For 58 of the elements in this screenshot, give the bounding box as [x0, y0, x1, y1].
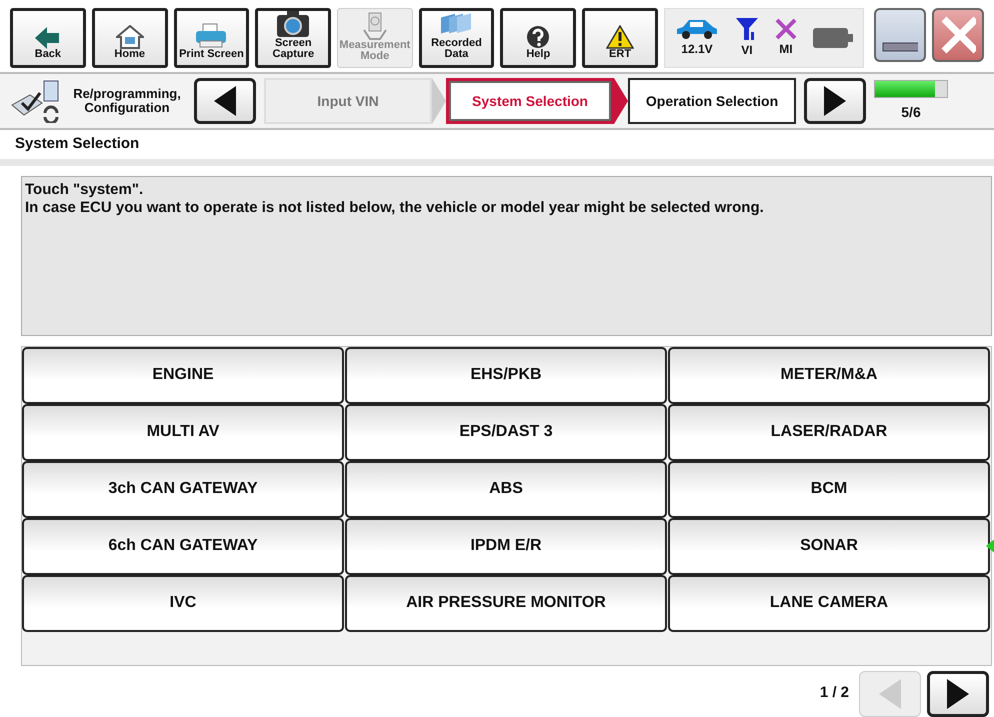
system-button[interactable]: EHS/PKB [345, 346, 667, 404]
toolbar-button[interactable]: Back [10, 8, 86, 68]
minimize-icon [882, 42, 918, 52]
message-text: Touch "system". [25, 180, 144, 200]
house-icon [116, 25, 144, 50]
progress-reading: 5/6 [901, 102, 921, 122]
system-button[interactable]: IVC [22, 574, 344, 632]
system-button[interactable]: IPDM E/R [345, 518, 667, 574]
warning-icon [606, 25, 634, 50]
system-button[interactable]: LASER/RADAR [668, 404, 990, 460]
toolbar-button[interactable]: Home [92, 8, 168, 68]
left-arrow-icon [214, 86, 236, 116]
system-button[interactable]: 6ch CAN GATEWAY [22, 518, 344, 574]
system-button[interactable]: MULTI AV [22, 404, 344, 460]
mode-label: Re/programming, Configuration [72, 86, 182, 116]
close-button[interactable] [932, 8, 984, 62]
right-arrow-icon [824, 86, 846, 116]
help-icon [526, 25, 550, 50]
previous-step-button[interactable] [194, 78, 256, 124]
left-arrow-icon [879, 678, 901, 708]
message-text: In case ECU you want to operate is not listed below, the vehicle or model year might be selected wrong. [25, 199, 765, 218]
toolbar-button[interactable]: Help [500, 8, 576, 68]
next-step-button[interactable] [804, 78, 866, 124]
toolbar-button[interactable]: Screen Capture [255, 8, 332, 68]
antenna-icon [734, 17, 759, 41]
minimize-button[interactable] [874, 8, 926, 62]
step-tab[interactable]: Input VIN [264, 78, 432, 124]
next-page-button[interactable] [927, 670, 989, 716]
section-title: System Selection [0, 130, 994, 166]
system-button[interactable]: METER/M&A [668, 346, 990, 404]
step-arrow-icon [614, 78, 628, 124]
battery-icon [812, 28, 853, 48]
toolbar-button[interactable]: Recorded Data [418, 8, 494, 68]
system-button[interactable]: ENGINE [22, 346, 344, 404]
page-indicator: 1 / 2 [820, 683, 849, 704]
reprogramming-icon [10, 79, 60, 123]
system-button[interactable]: EPS/DAST 3 [345, 404, 667, 460]
meter-icon [362, 12, 388, 40]
camera-icon [276, 10, 310, 38]
printer-icon [194, 23, 228, 50]
system-button[interactable]: 3ch CAN GATEWAY [22, 460, 344, 518]
step-tab[interactable]: System Selection [446, 78, 614, 124]
close-icon [940, 15, 976, 55]
step-tab[interactable]: Operation Selection [628, 78, 796, 124]
system-button[interactable]: ABS [345, 460, 667, 518]
back-arrow-icon [34, 27, 61, 50]
toolbar-button[interactable]: Print Screen [174, 8, 250, 68]
step-arrow-icon [432, 78, 446, 124]
status-label: MI [779, 41, 793, 58]
car-icon [674, 18, 719, 40]
right-arrow-icon [947, 678, 969, 708]
system-button[interactable]: LANE CAMERA [668, 574, 990, 632]
cross-icon [774, 18, 797, 40]
system-button[interactable]: BCM [668, 460, 990, 518]
toolbar-button[interactable]: ERT [582, 8, 658, 68]
status-label: 12.1V [681, 41, 713, 58]
status-label: VI [741, 42, 753, 59]
system-button[interactable]: AIR PRESSURE MONITOR [345, 574, 667, 632]
